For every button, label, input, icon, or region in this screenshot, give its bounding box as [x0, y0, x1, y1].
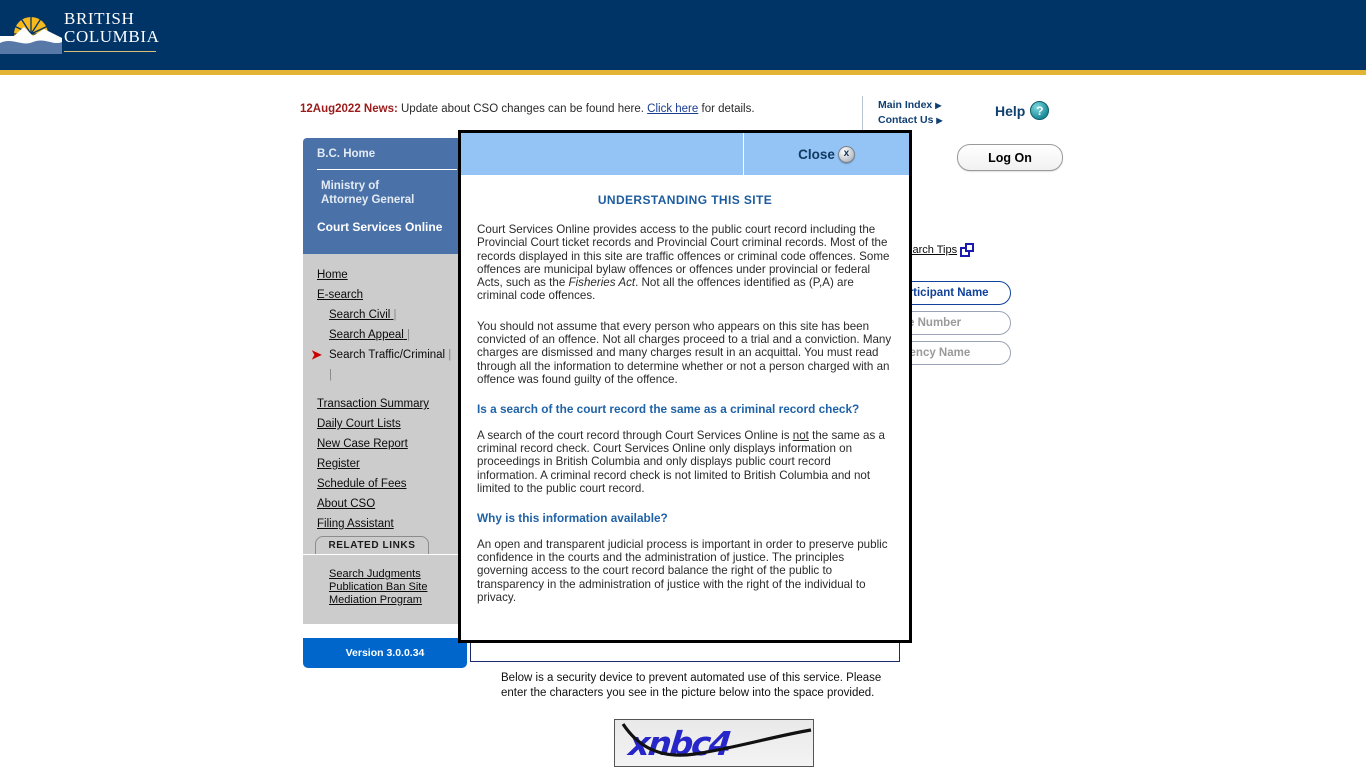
news-message-after: for details. — [701, 103, 755, 115]
modal-heading: Is a search of the court record the same… — [477, 402, 860, 417]
gold-accent-strip — [0, 70, 1366, 75]
sidebar-ministry: Ministry of Attorney General — [321, 179, 414, 207]
bc-sunburst-logo-icon — [0, 2, 62, 64]
modal-paragraph: You should not assume that every person … — [477, 319, 892, 386]
help-label: Help — [995, 102, 1026, 119]
header-divider — [862, 96, 863, 130]
sidebar-pipe-separator: | — [390, 309, 397, 321]
sidebar-item-daily-court-lists[interactable]: Daily Court Lists — [317, 414, 467, 434]
sidebar-item-search-appeal[interactable]: Search Appeal | — [317, 325, 467, 345]
sidebar-item-schedule-of-fees[interactable]: Schedule of Fees — [317, 474, 467, 494]
close-label: Close — [798, 146, 835, 162]
modal-paragraph: An open and transparent judicial process… — [477, 537, 888, 604]
main-index-label: Main Index — [878, 99, 933, 111]
related-links-rule — [303, 554, 467, 555]
external-link-icon — [960, 243, 975, 257]
related-links-header: RELATED LINKS — [315, 536, 429, 554]
sidebar-item-trailing-pipe-row: | — [329, 369, 332, 381]
ministry-line-2: Attorney General — [321, 194, 415, 206]
understanding-this-site-modal: Close x UNDERSTANDING THIS SITE Court Se… — [458, 130, 912, 643]
news-message: Update about CSO changes can be found he… — [401, 103, 644, 115]
modal-header-left — [461, 133, 743, 175]
news-click-here-link[interactable]: Click here — [647, 103, 698, 115]
brand-line-1: BRITISH — [64, 9, 135, 28]
sidebar-item-filing-assistant[interactable]: Filing Assistant — [317, 514, 467, 534]
sidebar-item-home[interactable]: Home — [317, 265, 467, 285]
modal-body: UNDERSTANDING THIS SITE Court Services O… — [461, 175, 909, 640]
close-x-icon: x — [837, 145, 855, 163]
sidebar-nav-list: Home E-search Search Civil | Search Appe… — [317, 265, 467, 534]
log-on-button[interactable]: Log On — [957, 144, 1063, 171]
bc-logo[interactable]: BRITISH COLUMBIA — [0, 0, 170, 70]
modal-header: Close x — [461, 133, 909, 175]
modal-paragraph: Court Services Online provides access to… — [477, 223, 890, 303]
sidebar-divider — [317, 169, 457, 170]
news-bar: 12Aug2022 News: Update about CSO changes… — [300, 103, 860, 125]
news-date: 12Aug2022 News: — [300, 103, 398, 115]
sidebar-pipe-separator: | — [403, 329, 410, 341]
related-link-publication-ban-site[interactable]: Publication Ban Site — [329, 581, 427, 594]
top-nav-links: Main Index ▶ Contact Us ▶ — [878, 98, 943, 128]
captcha-instructions: Below is a security device to prevent au… — [501, 672, 882, 699]
modal-title: UNDERSTANDING THIS SITE — [597, 193, 773, 207]
sidebar-pipe-separator: | — [445, 349, 452, 361]
modal-heading: Why is this information available? — [477, 511, 668, 526]
sidebar-bc-home-link[interactable]: B.C. Home — [317, 148, 375, 160]
brand-line-2: COLUMBIA — [64, 27, 160, 47]
main-index-link[interactable]: Main Index ▶ — [878, 98, 943, 113]
help-link[interactable]: Help ? — [995, 101, 1050, 120]
sidebar-item-about-cso[interactable]: About CSO — [317, 494, 467, 514]
modal-paragraph: A search of the court record through Cou… — [477, 428, 885, 495]
site-header-banner: BRITISH COLUMBIA — [0, 0, 1366, 70]
logo-underline — [64, 51, 156, 52]
captcha-noise-line — [621, 723, 812, 757]
sidebar: B.C. Home Ministry of Attorney General C… — [303, 138, 467, 668]
related-link-mediation-program[interactable]: Mediation Program — [329, 594, 427, 607]
modal-content-blocks: Court Services Online provides access to… — [477, 223, 893, 604]
sidebar-site-title: Court Services Online — [317, 220, 443, 234]
sidebar-item-register[interactable]: Register — [317, 454, 467, 474]
modal-close-button[interactable]: Close x — [744, 133, 909, 175]
sidebar-item-search-traffic-criminal[interactable]: Search Traffic/Criminal | — [317, 345, 467, 365]
contact-us-link[interactable]: Contact Us ▶ — [878, 113, 943, 128]
sidebar-item-e-search[interactable]: E-search — [317, 285, 467, 305]
chevron-right-icon: ▶ — [936, 116, 943, 125]
captcha-section: Below is a security device to prevent au… — [501, 671, 901, 767]
related-link-search-judgments[interactable]: Search Judgments — [329, 568, 427, 581]
chevron-right-icon: ▶ — [935, 101, 942, 110]
sidebar-item-new-case-report[interactable]: New Case Report — [317, 434, 467, 454]
question-mark-icon: ? — [1030, 101, 1050, 120]
contact-us-label: Contact Us — [878, 114, 934, 126]
version-label: Version 3.0.0.34 — [303, 638, 467, 668]
sidebar-item-search-civil[interactable]: Search Civil | — [317, 305, 467, 325]
sidebar-item-transaction-summary[interactable]: Transaction Summary — [317, 394, 467, 414]
right-arrow-icon: ➤ — [311, 347, 322, 362]
bc-wordmark: BRITISH COLUMBIA — [64, 9, 160, 47]
ministry-line-1: Ministry of — [321, 180, 380, 192]
related-links-list: Search Judgments Publication Ban Site Me… — [329, 568, 427, 607]
captcha-image: xnbc4 — [614, 719, 814, 767]
sidebar-header-block: B.C. Home Ministry of Attorney General C… — [303, 138, 467, 254]
